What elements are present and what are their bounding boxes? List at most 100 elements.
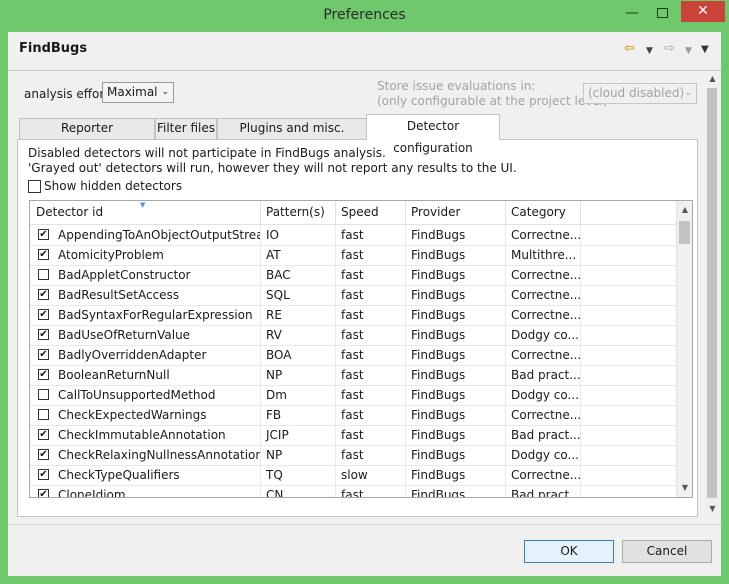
checkmark-icon: ✔ xyxy=(39,369,48,380)
detector-configuration-panel: Disabled detectors will not participate … xyxy=(17,139,698,517)
table-row[interactable]: ✔ BadSyntaxForRegularExpression RE fast Find… xyxy=(30,305,676,326)
scroll-down-icon[interactable]: ▼ xyxy=(705,502,720,516)
pattern-cell: JCIP xyxy=(260,425,336,445)
detector-enabled-checkbox[interactable]: ✔ xyxy=(38,449,49,460)
checkmark-icon: ✔ xyxy=(39,349,48,360)
detector-id-cell: ✔ BadUseOfReturnValue xyxy=(30,325,261,345)
column-header-detector-id[interactable]: Detector id xyxy=(30,201,261,224)
detector-id-cell: ✔ AtomicityProblem xyxy=(30,245,261,265)
detector-id-text: CheckExpectedWarnings xyxy=(58,408,207,422)
table-row[interactable]: ✔ AppendingToAnObjectOutputStream IO fast Fi… xyxy=(30,225,676,246)
pattern-cell: AT xyxy=(260,245,336,265)
speed-cell: fast xyxy=(335,285,406,305)
table-row[interactable]: CallToUnsupportedMethod Dm fast FindBugs Dod… xyxy=(30,385,676,406)
scrollbar-thumb[interactable] xyxy=(707,88,717,498)
detector-enabled-checkbox[interactable]: ✔ xyxy=(38,349,49,360)
detector-enabled-checkbox[interactable] xyxy=(38,269,49,280)
table-row[interactable]: BadAppletConstructor BAC fast FindBugs Corre… xyxy=(30,265,676,286)
pattern-cell: RV xyxy=(260,325,336,345)
show-hidden-detectors-checkbox[interactable] xyxy=(28,180,41,193)
detector-id-cell: ✔ BadResultSetAccess xyxy=(30,285,261,305)
analysis-effort-select[interactable]: Maximal ⌄ xyxy=(102,82,174,103)
tab-detector-configuration[interactable]: Detector configuration xyxy=(366,114,500,155)
table-vertical-scrollbar[interactable]: ▲ ▼ xyxy=(676,201,692,497)
column-header-provider[interactable]: Provider xyxy=(405,201,506,224)
category-cell: Multithre... xyxy=(505,245,581,265)
detector-enabled-checkbox[interactable] xyxy=(38,389,49,400)
detector-id-text: BadlyOverriddenAdapter xyxy=(58,348,207,362)
table-row[interactable]: ✔ BadResultSetAccess SQL fast FindBugs Correc… xyxy=(30,285,676,306)
table-row[interactable]: ✔ AtomicityProblem AT fast FindBugs Multithre… xyxy=(30,245,676,266)
minimize-button[interactable]: — xyxy=(619,4,645,24)
pattern-cell: NP xyxy=(260,365,336,385)
pattern-cell: BAC xyxy=(260,265,336,285)
tab-filter-files[interactable]: Filter files xyxy=(155,118,217,139)
column-header-patterns[interactable]: Pattern(s) xyxy=(260,201,336,224)
table-row[interactable]: ✔ CheckRelaxingNullnessAnnotation NP fast Fi… xyxy=(30,445,676,466)
forward-dropdown-icon[interactable]: ▼ xyxy=(685,44,692,58)
table-row[interactable]: ✔ CloneIdiom CN fast FindBugs Bad pract... xyxy=(30,485,676,497)
tab-reporter-configuration[interactable]: Reporter Configuration xyxy=(19,118,155,154)
table-row[interactable]: ✔ BadlyOverriddenAdapter BOA fast FindBugs Co… xyxy=(30,345,676,366)
scroll-up-icon[interactable]: ▲ xyxy=(705,72,720,86)
pattern-cell: TQ xyxy=(260,465,336,485)
category-cell: Correctne... xyxy=(505,285,581,305)
column-header-category[interactable]: Category xyxy=(505,201,581,224)
category-cell: Correctne... xyxy=(505,225,581,245)
provider-cell: FindBugs xyxy=(405,245,506,265)
speed-cell: fast xyxy=(335,385,406,405)
close-button[interactable]: ✕ xyxy=(681,1,725,22)
speed-cell: fast xyxy=(335,445,406,465)
detector-enabled-checkbox[interactable]: ✔ xyxy=(38,249,49,260)
column-header-speed[interactable]: Speed xyxy=(335,201,406,224)
speed-cell: fast xyxy=(335,485,406,497)
page-vertical-scrollbar[interactable]: ▲ ▼ xyxy=(705,72,720,516)
detector-id-cell: ✔ BadlyOverriddenAdapter xyxy=(30,345,261,365)
detector-enabled-checkbox[interactable]: ✔ xyxy=(38,469,49,480)
pattern-cell: BOA xyxy=(260,345,336,365)
detector-enabled-checkbox[interactable]: ✔ xyxy=(38,369,49,380)
detector-enabled-checkbox[interactable] xyxy=(38,409,49,420)
table-row[interactable]: CheckExpectedWarnings FB fast FindBugs Corre… xyxy=(30,405,676,426)
ok-button[interactable]: OK xyxy=(524,540,614,563)
back-dropdown-icon[interactable]: ▼ xyxy=(646,44,653,58)
detector-id-text: CheckImmutableAnnotation xyxy=(58,428,226,442)
table-row[interactable]: ✔ CheckImmutableAnnotation JCIP fast FindBug… xyxy=(30,425,676,446)
provider-cell: FindBugs xyxy=(405,265,506,285)
checkmark-icon: ✔ xyxy=(39,429,48,440)
table-row[interactable]: ✔ BadUseOfReturnValue RV fast FindBugs Dodgy … xyxy=(30,325,676,346)
view-menu-icon[interactable]: ▼ xyxy=(701,43,709,57)
table-row[interactable]: ✔ CheckTypeQualifiers TQ slow FindBugs Correc… xyxy=(30,465,676,486)
provider-cell: FindBugs xyxy=(405,365,506,385)
scrollbar-thumb[interactable] xyxy=(679,221,690,244)
scroll-down-icon[interactable]: ▼ xyxy=(677,479,692,496)
back-arrow-icon[interactable]: ⇦ xyxy=(624,42,635,56)
scroll-up-icon[interactable]: ▲ xyxy=(677,201,692,218)
speed-cell: fast xyxy=(335,265,406,285)
preferences-window: Preferences — ✕ FindBugs ⇦ ▼ ⇨ ▼ ▼ analy… xyxy=(0,0,729,584)
page-title: FindBugs xyxy=(19,41,88,56)
table-row[interactable]: ✔ BooleanReturnNull NP fast FindBugs Bad prac… xyxy=(30,365,676,386)
detector-id-cell: BadAppletConstructor xyxy=(30,265,261,285)
tab-plugins-misc-settings[interactable]: Plugins and misc. Settings xyxy=(217,118,367,154)
detector-enabled-checkbox[interactable]: ✔ xyxy=(38,429,49,440)
cancel-button[interactable]: Cancel xyxy=(622,540,712,563)
title-bar[interactable]: Preferences — ✕ xyxy=(0,0,729,32)
pattern-cell: IO xyxy=(260,225,336,245)
show-hidden-detectors-label[interactable]: Show hidden detectors xyxy=(44,179,182,193)
pattern-cell: SQL xyxy=(260,285,336,305)
detector-enabled-checkbox[interactable]: ✔ xyxy=(38,289,49,300)
detector-enabled-checkbox[interactable]: ✔ xyxy=(38,489,49,497)
provider-cell: FindBugs xyxy=(405,405,506,425)
store-location-value: (cloud disabled) xyxy=(588,86,685,100)
forward-arrow-icon[interactable]: ⇨ xyxy=(664,42,675,56)
speed-cell: fast xyxy=(335,325,406,345)
provider-cell: FindBugs xyxy=(405,445,506,465)
checkmark-icon: ✔ xyxy=(39,229,48,240)
detector-enabled-checkbox[interactable]: ✔ xyxy=(38,229,49,240)
speed-cell: fast xyxy=(335,345,406,365)
maximize-button[interactable] xyxy=(649,4,675,24)
detector-enabled-checkbox[interactable]: ✔ xyxy=(38,309,49,320)
detector-id-text: AppendingToAnObjectOutputStream xyxy=(58,228,261,242)
detector-enabled-checkbox[interactable]: ✔ xyxy=(38,329,49,340)
